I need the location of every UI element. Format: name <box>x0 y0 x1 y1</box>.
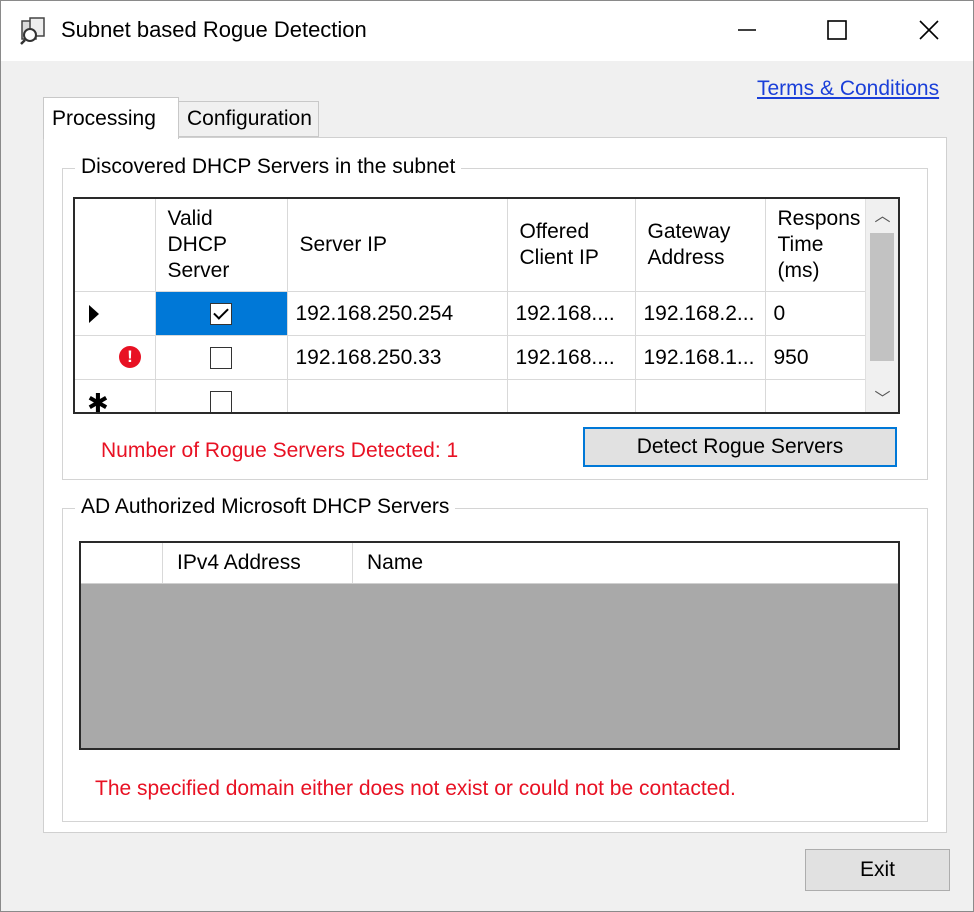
discovered-dhcp-groupbox: Discovered DHCP Servers in the subnet Va… <box>62 155 928 480</box>
minimize-icon <box>738 29 756 31</box>
error-icon: ! <box>119 346 141 368</box>
row-header[interactable] <box>75 291 156 336</box>
valid-cell[interactable] <box>155 379 288 412</box>
server-ip-cell[interactable]: 192.168.250.33 <box>287 335 508 380</box>
ad-servers-grid[interactable]: IPv4 Address Name <box>79 541 900 750</box>
column-header-server-ip[interactable]: Server IP <box>287 199 508 292</box>
scroll-thumb[interactable] <box>870 233 894 361</box>
row-header-corner <box>81 543 163 583</box>
column-header-ipv4[interactable]: IPv4 Address <box>163 543 353 583</box>
column-header-offered-client-ip[interactable]: Offered Client IP <box>507 199 636 292</box>
tab-configuration[interactable]: Configuration <box>178 101 319 137</box>
column-header-name[interactable]: Name <box>353 543 898 583</box>
processing-tab-panel: Discovered DHCP Servers in the subnet Va… <box>43 137 947 833</box>
terms-conditions-link[interactable]: Terms & Conditions <box>757 77 939 101</box>
response-time-cell[interactable]: 0 <box>765 291 866 336</box>
close-button[interactable] <box>883 1 974 59</box>
ad-authorized-legend: AD Authorized Microsoft DHCP Servers <box>75 495 456 519</box>
valid-checkbox[interactable] <box>210 302 232 325</box>
scroll-up-icon[interactable]: ︿ <box>866 199 898 229</box>
column-header-valid[interactable]: Valid DHCP Server <box>155 199 288 292</box>
valid-checkbox[interactable] <box>210 390 232 412</box>
response-time-cell[interactable]: 950 <box>765 335 866 380</box>
offered-client-ip-cell[interactable]: 192.168.... <box>507 335 636 380</box>
maximize-icon <box>827 20 847 40</box>
close-icon <box>919 20 939 40</box>
vertical-scrollbar[interactable]: ︿ ﹀ <box>865 199 898 412</box>
row-header[interactable]: ✱ <box>75 379 156 414</box>
minimize-button[interactable] <box>701 1 793 59</box>
new-row-asterisk-icon: ✱ <box>87 388 109 414</box>
current-row-arrow-icon <box>89 305 99 323</box>
row-header[interactable]: ! <box>75 335 156 380</box>
gateway-cell[interactable]: 192.168.2... <box>635 291 766 336</box>
column-header-response-time[interactable]: Respons Time (ms) <box>765 199 866 292</box>
table-row[interactable]: 192.168.250.254 192.168.... 192.168.2...… <box>75 291 866 336</box>
valid-checkbox[interactable] <box>210 346 232 369</box>
gateway-cell[interactable]: 192.168.1... <box>635 335 766 380</box>
ad-authorized-groupbox: AD Authorized Microsoft DHCP Servers IPv… <box>62 495 928 822</box>
column-header-gateway[interactable]: Gateway Address <box>635 199 766 292</box>
table-row-new[interactable]: ✱ <box>75 379 866 414</box>
server-ip-cell[interactable]: 192.168.250.254 <box>287 291 508 336</box>
domain-error-label: The specified domain either does not exi… <box>95 777 736 800</box>
detect-rogue-servers-button[interactable]: Detect Rogue Servers <box>583 427 897 467</box>
discovered-servers-grid[interactable]: Valid DHCP Server Server IP Offered Clie… <box>73 197 900 414</box>
gateway-cell[interactable] <box>635 379 766 412</box>
table-row[interactable]: ! 192.168.250.33 192.168.... 192.168.1..… <box>75 335 866 380</box>
offered-client-ip-cell[interactable]: 192.168.... <box>507 291 636 336</box>
app-window: Subnet based Rogue Detection Terms & Con… <box>0 0 974 912</box>
valid-cell[interactable] <box>155 291 288 336</box>
exit-button[interactable]: Exit <box>805 849 950 891</box>
scroll-down-icon[interactable]: ﹀ <box>866 382 898 412</box>
window-title: Subnet based Rogue Detection <box>61 17 367 42</box>
app-icon <box>20 17 45 45</box>
tab-processing[interactable]: Processing <box>43 97 179 139</box>
maximize-button[interactable] <box>791 1 883 59</box>
ad-grid-header: IPv4 Address Name <box>81 543 898 584</box>
title-bar[interactable]: Subnet based Rogue Detection <box>1 1 973 61</box>
offered-client-ip-cell[interactable] <box>507 379 636 412</box>
rogue-count-label: Number of Rogue Servers Detected: 1 <box>101 439 459 462</box>
discovered-dhcp-legend: Discovered DHCP Servers in the subnet <box>75 155 462 179</box>
valid-cell[interactable] <box>155 335 288 380</box>
row-header-corner <box>75 199 156 292</box>
response-time-cell[interactable] <box>765 379 866 412</box>
server-ip-cell[interactable] <box>287 379 508 412</box>
